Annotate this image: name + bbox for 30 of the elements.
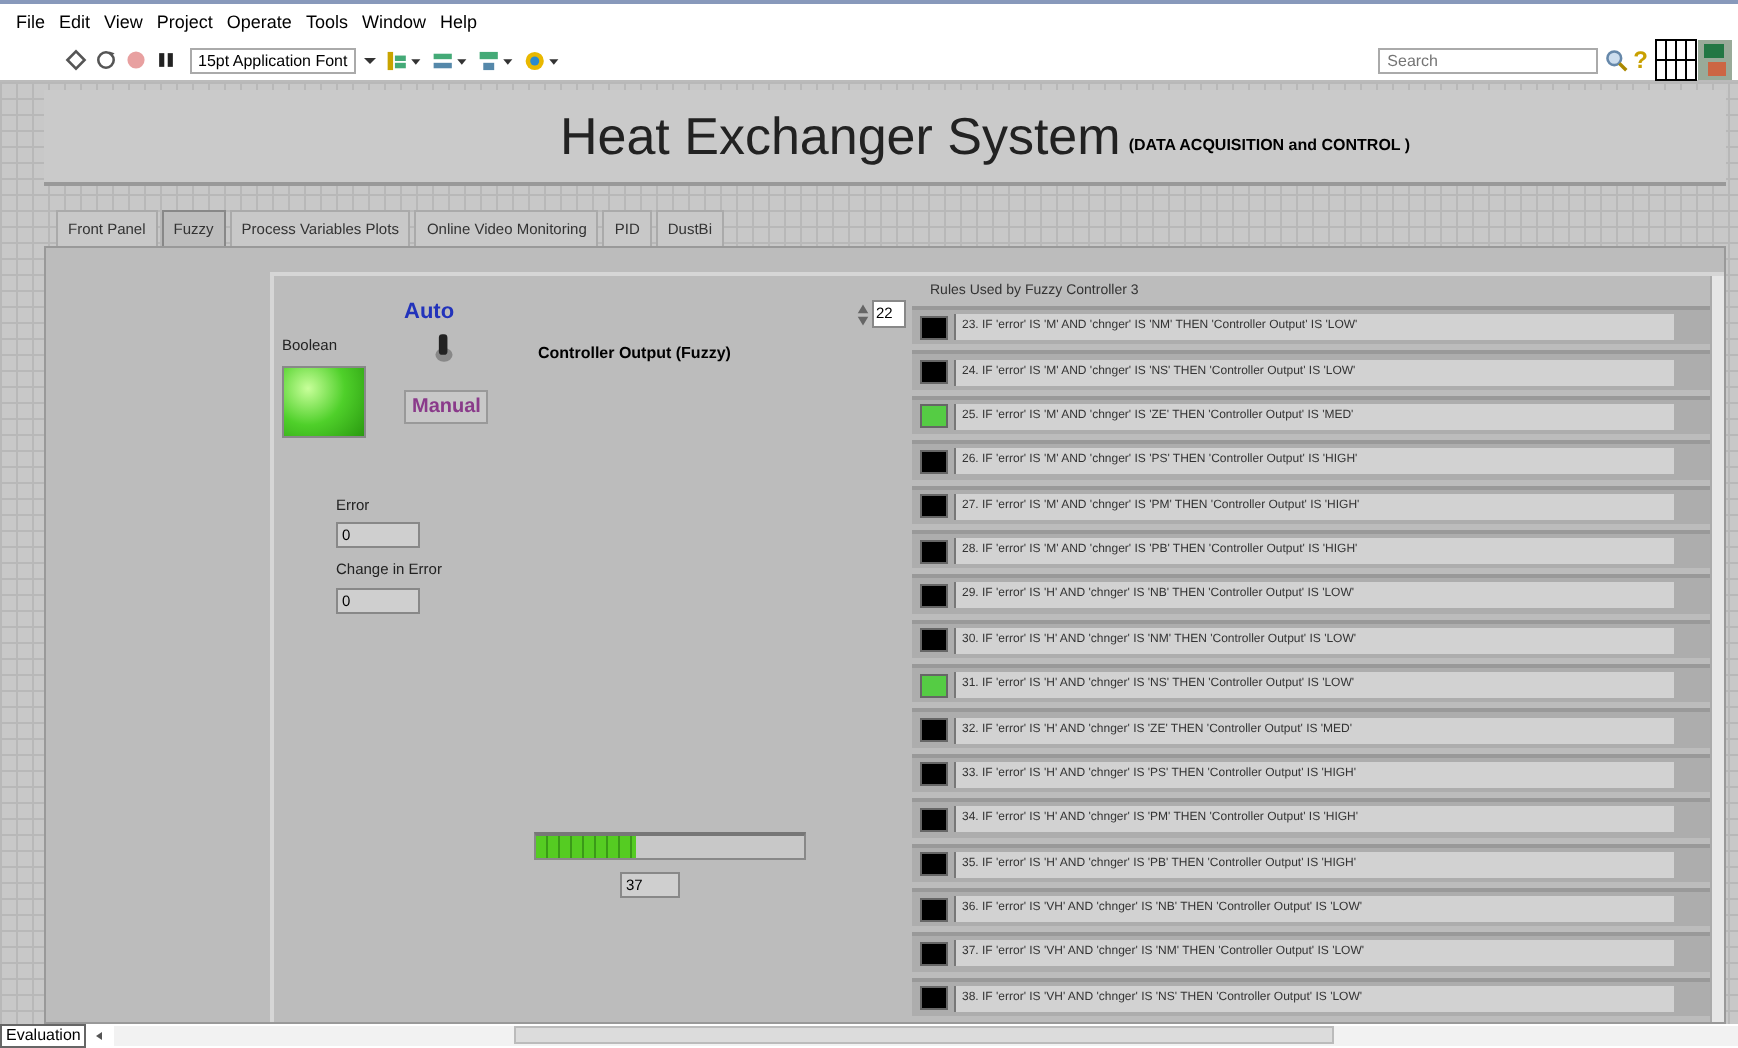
- horizontal-scrollbar[interactable]: [514, 1026, 1335, 1044]
- menu-item[interactable]: View: [104, 12, 143, 32]
- spin-arrows-icon[interactable]: [856, 301, 870, 327]
- menu-item[interactable]: Window: [361, 12, 426, 32]
- search-field[interactable]: Search: [1377, 47, 1598, 73]
- page-subtitle: (DATA ACQUISITION and CONTROL ): [1128, 135, 1411, 153]
- menu-item[interactable]: File: [16, 12, 46, 32]
- pause-icon[interactable]: [154, 48, 178, 72]
- vertical-scrollbar[interactable]: [1710, 276, 1724, 1022]
- font-dropdown[interactable]: 15pt Application Font: [190, 47, 356, 73]
- run-arrow-icon[interactable]: [64, 48, 88, 72]
- page-title: Heat Exchanger System: [559, 105, 1121, 167]
- menu-item[interactable]: Tools: [305, 12, 348, 32]
- toggle-switch[interactable]: [432, 332, 456, 364]
- auto-label: Auto: [404, 300, 455, 324]
- manual-label: Manual: [404, 390, 489, 424]
- boolean-indicator[interactable]: [282, 366, 366, 438]
- controller-output-label: Controller Output (Fuzzy): [538, 344, 731, 362]
- menu-item[interactable]: Operate: [226, 12, 292, 32]
- reorder-icon[interactable]: [521, 47, 562, 73]
- search-icon[interactable]: [1603, 48, 1628, 72]
- align-icon[interactable]: [383, 47, 424, 73]
- run-continuously-icon[interactable]: [94, 48, 118, 72]
- menu-item[interactable]: Edit: [59, 12, 91, 32]
- status-label: Evaluation: [0, 1024, 87, 1048]
- menu-item[interactable]: Help: [439, 12, 477, 32]
- connector-pane-icon[interactable]: [1654, 38, 1734, 82]
- resize-icon[interactable]: [475, 47, 516, 73]
- menu-item[interactable]: Project: [156, 12, 213, 32]
- dropdown-caret-icon[interactable]: [361, 52, 378, 68]
